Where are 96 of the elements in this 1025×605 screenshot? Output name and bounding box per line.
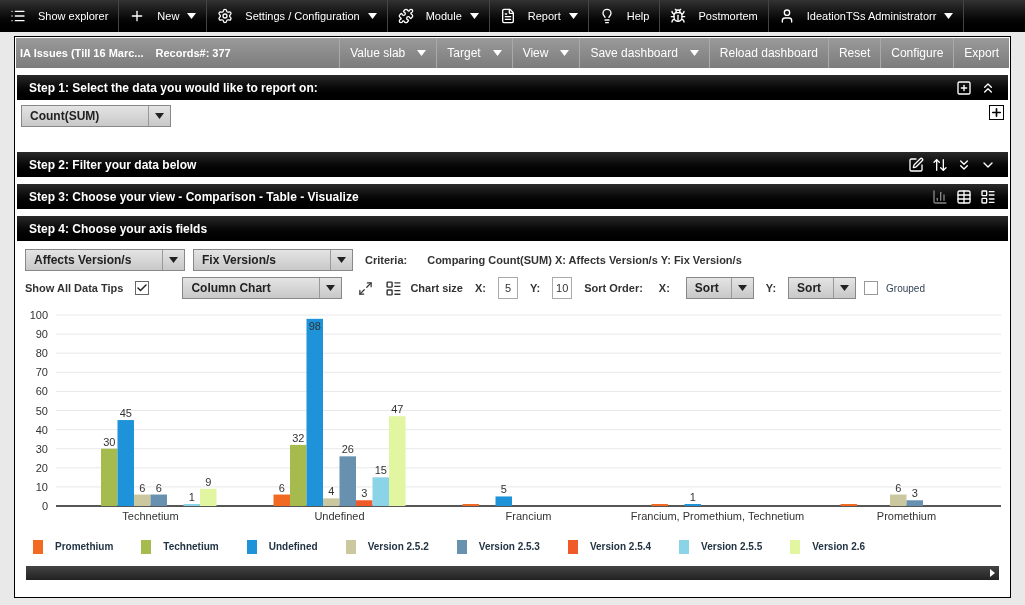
bar-value-label: 6 [139, 481, 146, 494]
y-tick-label: 30 [35, 442, 48, 455]
y-tick-label: 0 [41, 500, 48, 512]
y-axis-dropdown[interactable]: Fix Version/s [193, 249, 353, 271]
bar-value-label: 45 [119, 407, 132, 420]
bar-value-label: 1 [188, 491, 195, 503]
legend-label: Version 2.5.3 [478, 540, 540, 554]
nav-menu-item[interactable]: IdeationTSs Administratorr [768, 0, 965, 32]
size-x-field[interactable]: 5 [498, 277, 518, 299]
y-tick-label: 90 [35, 328, 48, 341]
caret-icon [840, 285, 850, 291]
caret-icon [169, 257, 178, 263]
data-tips-label: Show All Data Tips [25, 280, 124, 296]
nav-menu-item[interactable]: Postmortem [660, 0, 769, 32]
legend-label: Version 2.5.5 [701, 540, 763, 554]
x-category-label: Technetium [122, 510, 179, 522]
bar-value-label: 4 [328, 485, 335, 498]
size-y-label: Y: [530, 280, 541, 296]
x-category-label: Francium [505, 510, 552, 522]
sort-x-label: X: [658, 280, 670, 296]
measure-dropdown[interactable]: Count(SUM) [21, 105, 171, 127]
settings-icon [217, 8, 234, 24]
caret-icon [155, 113, 164, 119]
nav-menu-item[interactable]: Module [387, 0, 490, 32]
grouped-checkbox[interactable] [864, 281, 879, 295]
y-tick-label: 40 [35, 423, 48, 436]
menu-icon [10, 8, 26, 24]
caret-icon [337, 257, 346, 263]
bar-value-label: 3 [911, 487, 918, 500]
step-title: Step 4: Choose your axis fields [29, 220, 209, 238]
horizontal-scrollbar[interactable] [26, 566, 999, 580]
add-icon[interactable] [989, 105, 1004, 120]
y-tick-label: 50 [35, 404, 48, 417]
x-category-label: Francium, Promethium, Technetium [630, 510, 805, 522]
y-tick-label: 80 [35, 347, 48, 360]
caret-icon [326, 285, 336, 291]
y-tick-label: 10 [35, 480, 48, 493]
column-chart-icon[interactable] [932, 188, 948, 205]
x-category-label: Promethium [876, 510, 937, 522]
x-category-label: Undefined [314, 510, 365, 522]
nav-menu-item[interactable]: Settings / Configuration [207, 0, 388, 32]
bar-value-label: 1 [689, 491, 696, 503]
edit-icon[interactable] [908, 156, 924, 173]
chart-size-label: Chart size [410, 280, 463, 296]
records-count: Records#: 377 [154, 45, 232, 61]
nav-menu-item[interactable]: Help [588, 0, 661, 32]
y-tick-label: 100 [29, 309, 48, 321]
nav-menu-item[interactable]: Report [489, 0, 589, 32]
step-title: Step 3: Choose your view - Comparison - Table - Visualize [29, 188, 360, 206]
sort-icon[interactable] [932, 156, 948, 173]
report-title: IA Issues (Till 16 Marc... [19, 45, 144, 61]
document-icon [499, 8, 516, 24]
step-title: Step 2: Filter your data below [29, 156, 198, 174]
bar-value-label: 32 [292, 431, 305, 444]
caret-icon [737, 285, 747, 291]
legend-label: Undefined [268, 540, 318, 554]
bug-icon [670, 8, 687, 24]
y-tick-label: 60 [35, 385, 48, 398]
bar-value-label: 26 [341, 443, 354, 456]
size-y-field[interactable]: 10 [552, 277, 573, 299]
bar-value-label: 6 [155, 481, 162, 494]
bar-value-label: 47 [391, 403, 404, 416]
criteria-label: Criteria: [365, 252, 408, 268]
y-tick-label: 20 [35, 461, 48, 474]
sort-y-label: Y: [765, 280, 777, 296]
bar-value-label: 6 [278, 481, 285, 494]
legend-label: Technetium [163, 540, 219, 554]
legend-label: Version 2.5.2 [367, 540, 429, 554]
data-tips-checkbox[interactable] [135, 281, 150, 295]
y-tick-label: 70 [35, 366, 48, 379]
criteria-text: Comparing Count(SUM) X: Affects Version/s Y: Fix Version/s [427, 252, 742, 268]
grouped-label: Grouped [886, 281, 925, 296]
legend-label: Version 2.6 [812, 540, 866, 554]
bar-value-label: 9 [205, 475, 212, 488]
step-title: Step 1: Select the data you would like to report on: [29, 79, 319, 97]
legend-label: Promethium [55, 540, 114, 554]
legend-label: Version 2.5.4 [589, 540, 652, 554]
x-axis-dropdown[interactable]: Affects Version/s [25, 249, 185, 271]
chart-bar [495, 496, 512, 506]
bar-value-label: 3 [361, 487, 368, 500]
chart-type-dropdown[interactable]: Column Chart [182, 277, 343, 299]
bar-value-label: 6 [895, 481, 902, 494]
bar-value-label: 15 [374, 464, 387, 477]
bar-value-label: 5 [500, 483, 507, 496]
sort-order-label: Sort Order: [584, 280, 643, 296]
sort-x-dropdown[interactable]: Sort [685, 277, 754, 299]
scroll-right-icon[interactable] [990, 569, 995, 577]
puzzle-icon [397, 8, 414, 24]
sort-y-dropdown[interactable]: Sort [788, 277, 857, 299]
nav-menu-item[interactable]: Show explorer [0, 0, 120, 32]
nav-menu-item[interactable]: New [119, 0, 208, 32]
expand-icon[interactable] [358, 280, 374, 296]
list-icon[interactable] [980, 188, 996, 205]
bar-value-label: 98 [308, 319, 321, 332]
bar-value-label: 30 [103, 435, 116, 448]
size-x-label: X: [475, 280, 486, 296]
